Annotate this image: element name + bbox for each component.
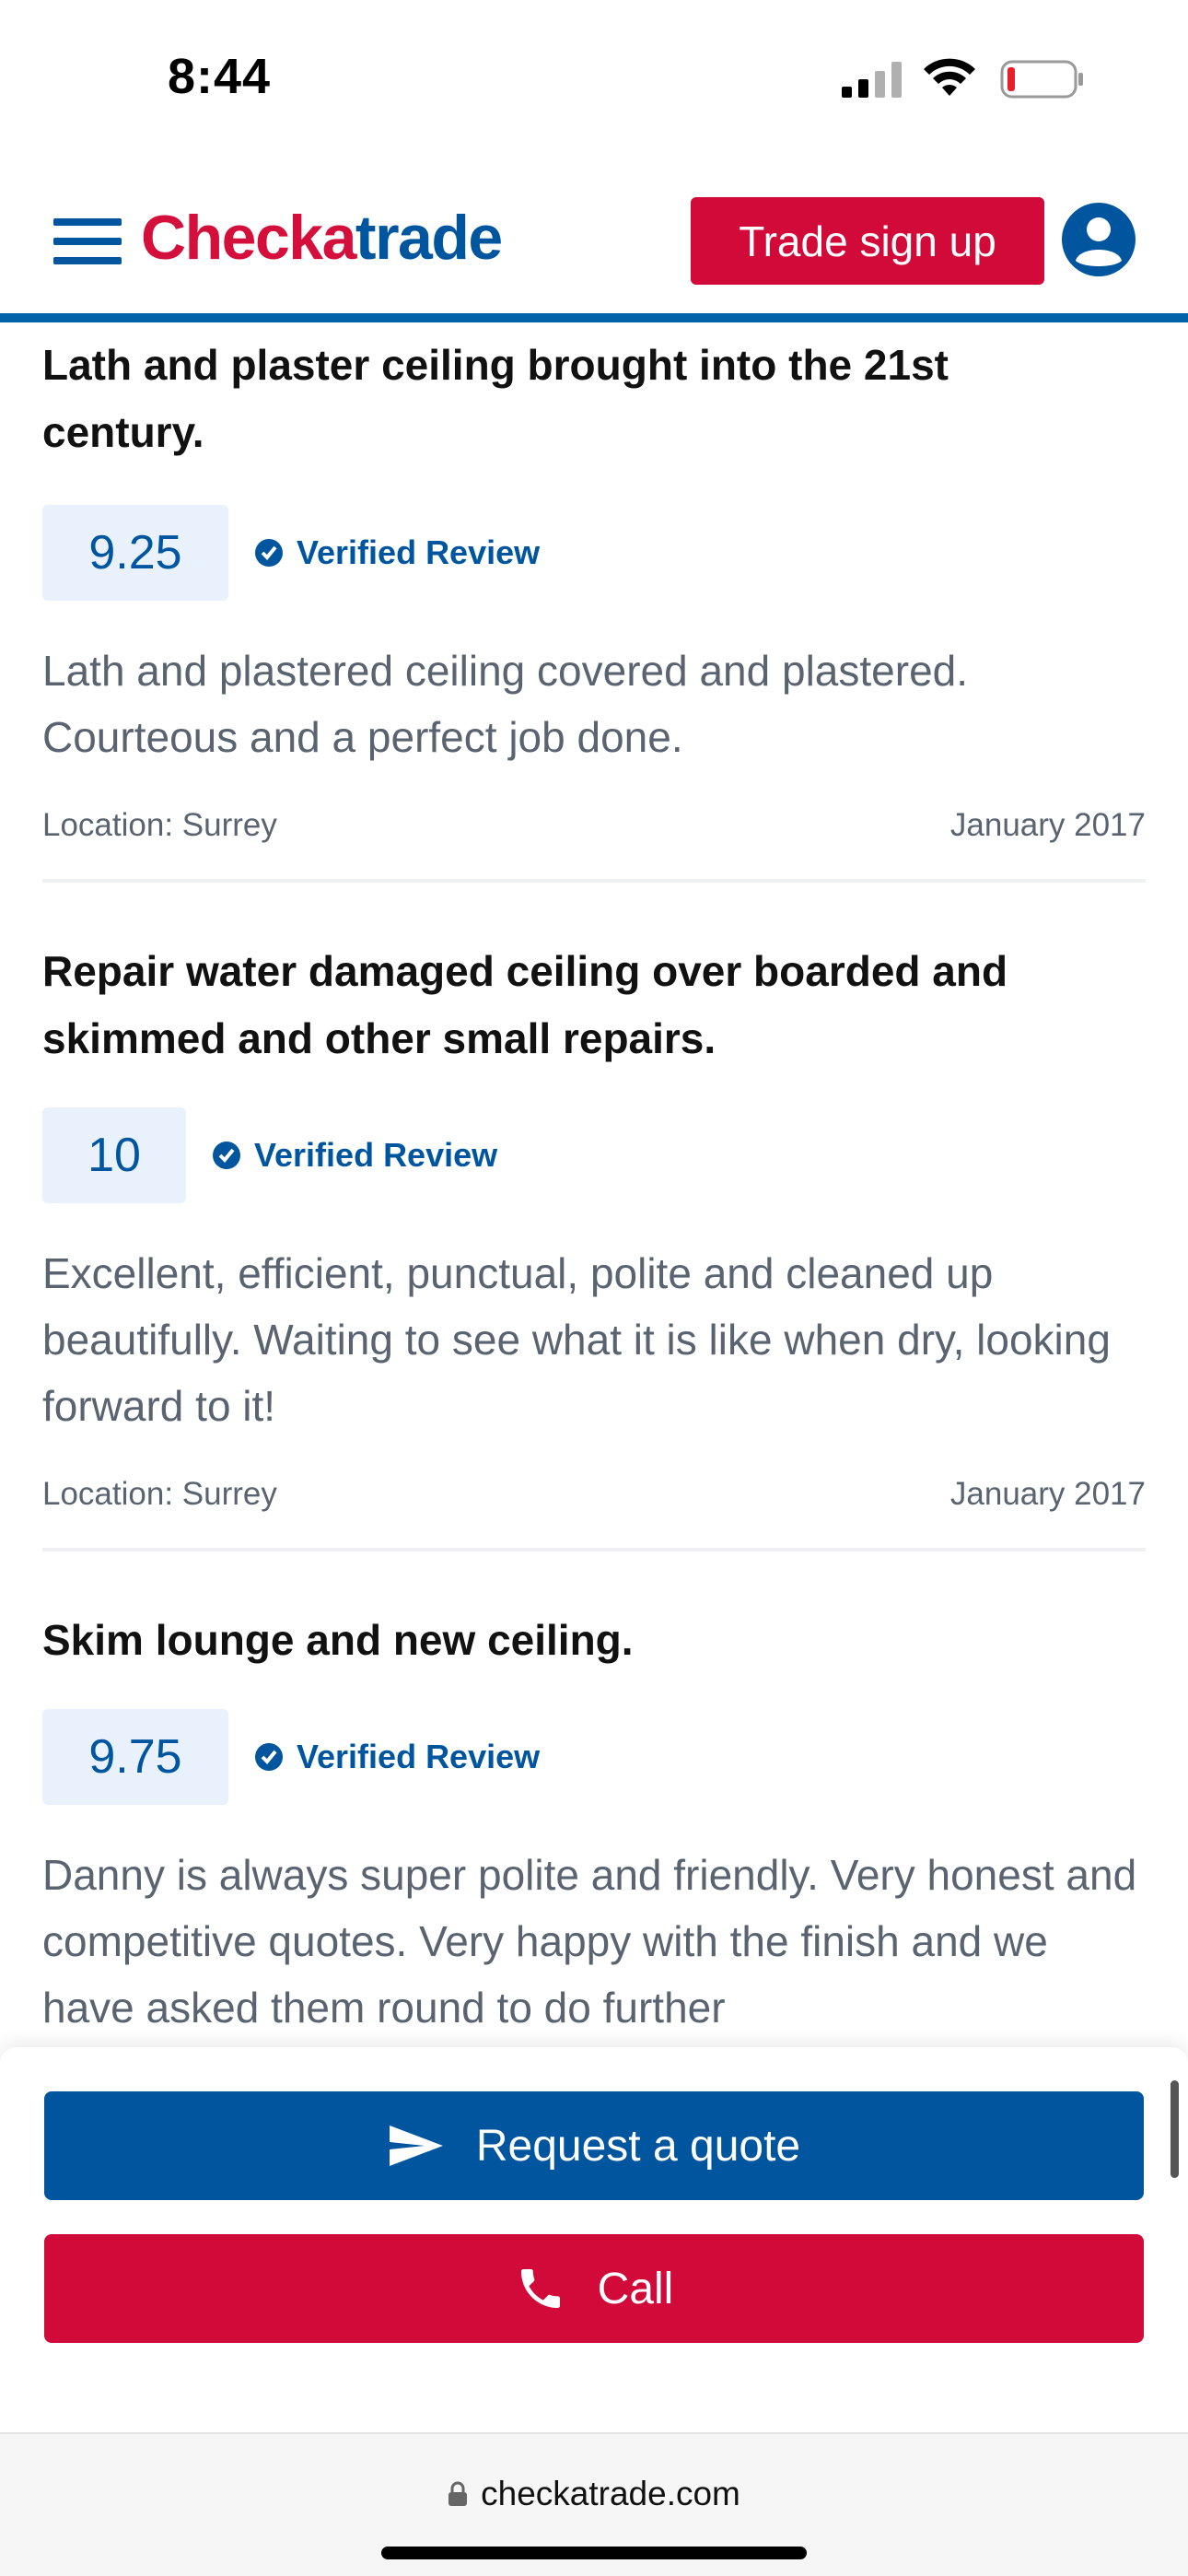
review-body: Lath and plastered ceiling covered and p… [42, 647, 969, 761]
status-time: 8:44 [168, 49, 272, 104]
lock-icon [448, 2481, 468, 2506]
verified-review-link[interactable]: Verified Review [212, 1136, 497, 1175]
review-title: Repair water damaged ceiling over boarde… [42, 947, 1008, 1062]
scrollbar[interactable] [1171, 2080, 1179, 2178]
verified-check-icon [255, 1743, 283, 1771]
send-icon [389, 2125, 443, 2166]
verified-check-icon [213, 1142, 240, 1169]
review-location: Location: Surrey [42, 1476, 277, 1512]
score-badge: 10 [42, 1107, 186, 1203]
call-button[interactable]: Call [44, 2234, 1144, 2343]
review-card: Repair water damaged ceiling over boarde… [42, 938, 1146, 1551]
browser-url-bar: checkatrade.com [0, 2432, 1188, 2576]
verified-review-link[interactable]: Verified Review [254, 533, 540, 572]
verified-label: Verified Review [297, 1738, 541, 1775]
url-display[interactable]: checkatrade.com [0, 2475, 1188, 2513]
request-quote-label: Request a quote [475, 2121, 801, 2171]
review-date: January 2017 [949, 1476, 1146, 1512]
review-title: Skim lounge and new ceiling. [42, 1616, 634, 1664]
review-title: Lath and plaster ceiling brought into th… [42, 341, 949, 456]
cellular-signal-icon [842, 62, 902, 98]
rating-row: 10 Verified Review [42, 1107, 1146, 1203]
rating-row: 9.75 Verified Review [42, 1709, 1146, 1805]
verified-label: Verified Review [254, 1136, 498, 1174]
review-meta: Location: Surrey January 2017 [42, 1476, 1146, 1513]
review-body: Danny is always super polite and friendl… [42, 1851, 1137, 2032]
call-label: Call [597, 2264, 674, 2313]
home-indicator [381, 2547, 807, 2559]
review-meta: Location: Surrey January 2017 [42, 807, 1146, 844]
verified-review-link[interactable]: Verified Review [254, 1738, 540, 1776]
verified-check-icon [255, 539, 283, 567]
request-quote-button[interactable]: Request a quote [44, 2091, 1144, 2200]
review-date: January 2017 [949, 807, 1146, 843]
status-bar: 8:44 [0, 0, 1188, 161]
review-body: Excellent, efficient, punctual, polite a… [42, 1249, 1111, 1430]
cta-panel: Request a quote Call [0, 2047, 1188, 2432]
battery-icon [1000, 60, 1083, 99]
rating-row: 9.25 Verified Review [42, 505, 1146, 601]
verified-label: Verified Review [297, 533, 541, 571]
reviews-list: Lath and plaster ceiling brought into th… [42, 332, 1146, 2131]
menu-icon[interactable] [53, 218, 122, 264]
logo-text-trade: trade [355, 203, 503, 273]
review-card: Lath and plaster ceiling brought into th… [42, 332, 1146, 883]
logo-text-checka: Checka [141, 203, 356, 273]
score-badge: 9.25 [42, 505, 228, 601]
review-card: Skim lounge and new ceiling. 9.75 Verifi… [42, 1607, 1146, 2076]
checkatrade-logo[interactable]: Checkatrade [141, 202, 503, 274]
account-icon[interactable] [1061, 202, 1136, 277]
review-location: Location: Surrey [42, 807, 277, 843]
site-header: Checkatrade Trade sign up [0, 161, 1188, 322]
wifi-icon [924, 58, 975, 96]
score-badge: 9.75 [42, 1709, 228, 1805]
phone-icon [520, 2269, 560, 2308]
url-text: checkatrade.com [481, 2475, 740, 2512]
trade-signup-button[interactable]: Trade sign up [691, 197, 1044, 285]
